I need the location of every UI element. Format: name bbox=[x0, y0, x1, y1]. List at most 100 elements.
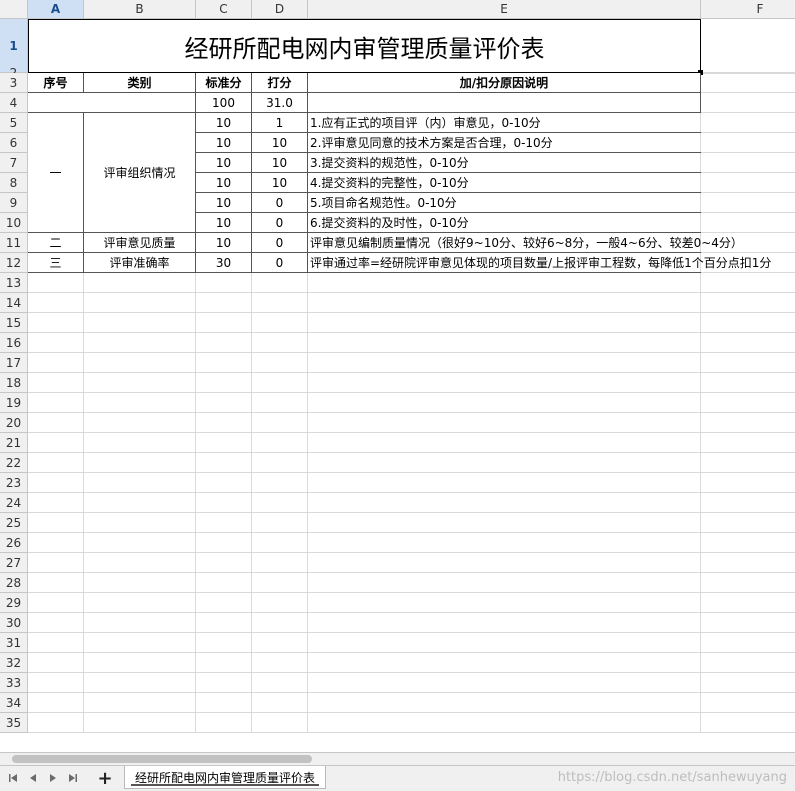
page-title[interactable]: 经研所配电网内审管理质量评价表 bbox=[28, 19, 701, 73]
grid-cell[interactable] bbox=[84, 713, 196, 733]
grid-cell[interactable] bbox=[308, 513, 701, 533]
grid-cell[interactable] bbox=[196, 713, 252, 733]
row-header-35[interactable]: 35 bbox=[0, 713, 28, 733]
last-sheet-icon[interactable] bbox=[65, 769, 81, 787]
item-reason[interactable]: 评审意见编制质量情况（很好9~10分、较好6~8分，一般4~6分、较差0~4分） bbox=[308, 233, 743, 253]
grid-cell[interactable] bbox=[701, 513, 795, 533]
grid-cell[interactable] bbox=[252, 453, 308, 473]
grid-cell[interactable] bbox=[308, 273, 701, 293]
grid-cell[interactable] bbox=[701, 273, 795, 293]
item-standard[interactable]: 10 bbox=[196, 133, 252, 153]
grid-cell[interactable] bbox=[701, 113, 795, 133]
sheet-tab[interactable]: 经研所配电网内审管理质量评价表 bbox=[124, 766, 327, 789]
row-header-27[interactable]: 27 bbox=[0, 553, 28, 573]
grid-cell[interactable] bbox=[28, 553, 84, 573]
group-seq[interactable]: 一 bbox=[28, 113, 84, 233]
row-header-19[interactable]: 19 bbox=[0, 393, 28, 413]
grid-cell[interactable] bbox=[701, 313, 795, 333]
group-category[interactable]: 评审准确率 bbox=[84, 253, 196, 273]
grid-cell[interactable] bbox=[84, 513, 196, 533]
item-reason[interactable]: 6.提交资料的及时性，0-10分 bbox=[308, 213, 701, 233]
grid-cell[interactable] bbox=[701, 213, 795, 233]
grid-cell[interactable] bbox=[308, 533, 701, 553]
row-header-30[interactable]: 30 bbox=[0, 613, 28, 633]
grid-cell[interactable] bbox=[252, 713, 308, 733]
grid-cell[interactable] bbox=[28, 333, 84, 353]
group-seq[interactable]: 三 bbox=[28, 253, 84, 273]
row-header-9[interactable]: 9 bbox=[0, 193, 28, 213]
row-header-3[interactable]: 3 bbox=[0, 73, 28, 93]
grid-cell[interactable] bbox=[701, 453, 795, 473]
grid-cell[interactable] bbox=[701, 93, 795, 113]
grid-cell[interactable] bbox=[28, 493, 84, 513]
grid-cell[interactable] bbox=[701, 353, 795, 373]
row-header-34[interactable]: 34 bbox=[0, 693, 28, 713]
grid-cell[interactable] bbox=[28, 373, 84, 393]
grid-cell[interactable] bbox=[196, 473, 252, 493]
grid-cell[interactable] bbox=[252, 293, 308, 313]
grid-cell[interactable] bbox=[701, 633, 795, 653]
grid-cell[interactable] bbox=[28, 473, 84, 493]
grid-cell[interactable] bbox=[252, 533, 308, 553]
grid-cell[interactable] bbox=[196, 533, 252, 553]
grid-cell[interactable] bbox=[84, 693, 196, 713]
scrollbar-thumb[interactable] bbox=[12, 755, 312, 763]
item-standard[interactable]: 10 bbox=[196, 233, 252, 253]
group-category[interactable]: 评审组织情况 bbox=[84, 113, 196, 233]
next-sheet-icon[interactable] bbox=[45, 769, 61, 787]
grid-cell[interactable] bbox=[196, 393, 252, 413]
grid-cell[interactable] bbox=[308, 333, 701, 353]
grid-cell[interactable] bbox=[28, 713, 84, 733]
grid-cell[interactable] bbox=[252, 353, 308, 373]
grid-cell[interactable] bbox=[196, 553, 252, 573]
grid-cell[interactable] bbox=[252, 693, 308, 713]
row-header-14[interactable]: 14 bbox=[0, 293, 28, 313]
row-header-4[interactable]: 4 bbox=[0, 93, 28, 113]
grid-cell[interactable] bbox=[308, 393, 701, 413]
grid-cell[interactable] bbox=[252, 673, 308, 693]
grid-cell[interactable] bbox=[84, 373, 196, 393]
row-header-1[interactable]: 1 bbox=[0, 19, 28, 73]
grid-cell[interactable] bbox=[308, 713, 701, 733]
header-seq[interactable]: 序号 bbox=[28, 73, 84, 93]
row-header-15[interactable]: 15 bbox=[0, 313, 28, 333]
grid-cell[interactable] bbox=[308, 433, 701, 453]
grid-cell[interactable] bbox=[84, 593, 196, 613]
grid-cell[interactable] bbox=[196, 673, 252, 693]
grid-cell[interactable] bbox=[28, 393, 84, 413]
grid-cell[interactable] bbox=[308, 453, 701, 473]
grid-cell[interactable] bbox=[252, 393, 308, 413]
grid-cell[interactable] bbox=[252, 573, 308, 593]
grid-cell[interactable] bbox=[196, 493, 252, 513]
item-score[interactable]: 0 bbox=[252, 233, 308, 253]
grid-cell[interactable] bbox=[701, 473, 795, 493]
add-sheet-button[interactable]: + bbox=[96, 768, 114, 789]
grid-cell[interactable] bbox=[28, 613, 84, 633]
item-score[interactable]: 10 bbox=[252, 153, 308, 173]
grid-cell[interactable] bbox=[28, 573, 84, 593]
grid-cell[interactable] bbox=[28, 273, 84, 293]
column-header-b[interactable]: B bbox=[84, 0, 196, 19]
row-header-24[interactable]: 24 bbox=[0, 493, 28, 513]
grid-cell[interactable] bbox=[84, 393, 196, 413]
grid-cell[interactable] bbox=[701, 553, 795, 573]
grid-cell[interactable] bbox=[28, 593, 84, 613]
grid-cell[interactable] bbox=[196, 273, 252, 293]
grid-cell[interactable] bbox=[701, 173, 795, 193]
grid-cell[interactable] bbox=[701, 293, 795, 313]
grid-cell[interactable] bbox=[308, 293, 701, 313]
row-header-16[interactable]: 16 bbox=[0, 333, 28, 353]
item-reason[interactable]: 2.评审意见同意的技术方案是否合理，0-10分 bbox=[308, 133, 701, 153]
grid-cell[interactable] bbox=[701, 193, 795, 213]
grid-cell[interactable] bbox=[701, 693, 795, 713]
item-reason[interactable]: 4.提交资料的完整性，0-10分 bbox=[308, 173, 701, 193]
grid-cell[interactable] bbox=[308, 553, 701, 573]
row-header-8[interactable]: 8 bbox=[0, 173, 28, 193]
grid-cell[interactable] bbox=[196, 413, 252, 433]
grid-cell[interactable] bbox=[308, 653, 701, 673]
grid-cell[interactable] bbox=[84, 493, 196, 513]
row-header-32[interactable]: 32 bbox=[0, 653, 28, 673]
row-header-10[interactable]: 10 bbox=[0, 213, 28, 233]
grid-cell[interactable] bbox=[701, 653, 795, 673]
grid-cell[interactable] bbox=[84, 453, 196, 473]
